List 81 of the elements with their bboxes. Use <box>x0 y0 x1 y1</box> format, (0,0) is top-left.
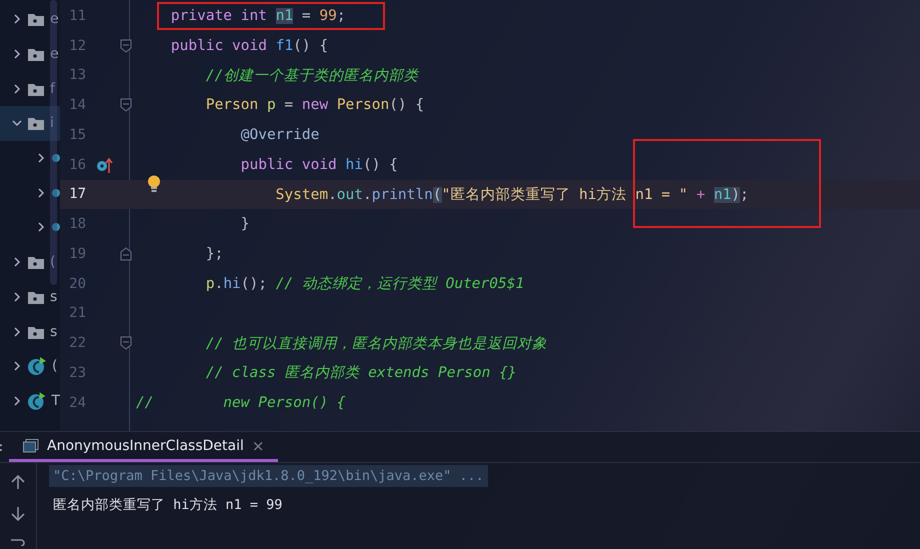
chevron-icon[interactable] <box>12 118 22 128</box>
tree-item[interactable]: s <box>0 280 60 314</box>
code-text: }; <box>204 246 224 262</box>
chevron-icon[interactable] <box>12 49 22 60</box>
folder-icon <box>28 290 44 304</box>
console-icon <box>23 438 39 452</box>
tree-label: f <box>50 80 55 97</box>
folder-icon <box>28 255 44 270</box>
console-output: 匿名内部类重写了 hi方法 n1 = 99 <box>52 496 284 515</box>
chevron-icon[interactable] <box>12 396 22 406</box>
tree-item[interactable]: i <box>0 106 60 141</box>
chevron-icon[interactable] <box>36 188 46 198</box>
runnable-class-icon <box>28 357 46 376</box>
chevron-icon[interactable] <box>36 222 46 232</box>
line-number: 20 <box>68 276 86 292</box>
tree-label: s <box>50 324 58 340</box>
tree-label: e <box>50 11 59 28</box>
code-text: public void hi() { <box>240 156 398 173</box>
fold-icon[interactable] <box>120 98 132 112</box>
line-number: 13 <box>68 67 86 84</box>
chevron-icon[interactable] <box>12 14 22 24</box>
up-arrow-icon[interactable] <box>11 474 25 490</box>
tree-item[interactable]: T <box>0 384 60 418</box>
chevron-icon[interactable] <box>12 326 22 337</box>
tree-item[interactable]: ( <box>0 244 60 280</box>
fold-icon[interactable] <box>120 246 132 261</box>
chevron-icon[interactable] <box>12 84 22 94</box>
override-icon[interactable] <box>97 156 113 173</box>
line-number: 18 <box>68 216 86 232</box>
lightbulb-icon[interactable] <box>147 174 161 193</box>
tree-item[interactable]: s <box>0 314 60 349</box>
chevron-icon[interactable] <box>12 257 22 268</box>
tree-item[interactable]: ( <box>0 348 60 384</box>
tree-label: ( <box>50 254 56 270</box>
code-text: // 也可以直接调用，匿名内部类本身也是返回对象 <box>204 334 548 353</box>
code-text: // new Person() { <box>136 394 346 411</box>
line-number: 17 <box>68 186 86 202</box>
tree-label: i <box>50 115 54 132</box>
code-text: System.out.println("匿名内部类重写了 hi方法 n1 = " + n1); <box>274 186 749 204</box>
run-tab[interactable]: AnonymousInnerClassDetail × <box>9 432 278 462</box>
panel-label: : <box>0 440 6 454</box>
line-number: 11 <box>68 8 86 24</box>
code-text: Person p = new Person() { <box>204 97 424 114</box>
line-number: 16 <box>68 156 86 173</box>
soft-wrap-icon[interactable] <box>10 538 26 546</box>
tree-label: T <box>51 392 60 409</box>
tree-label: s <box>50 288 58 305</box>
line-number: 14 <box>68 97 86 114</box>
line-number: 19 <box>68 246 86 262</box>
code-text: private int n1 = 99; <box>170 8 346 24</box>
line-number: 21 <box>68 305 86 322</box>
code-text: @Override <box>240 126 320 143</box>
line-number: 22 <box>68 335 86 352</box>
folder-icon <box>28 324 44 339</box>
tree-item[interactable]: e <box>0 2 60 37</box>
tree-label: ( <box>52 358 58 374</box>
code-text: //创建一个基于类的匿名内部类 <box>204 66 418 85</box>
folder-icon <box>28 82 44 96</box>
folder-icon <box>28 116 44 130</box>
fold-icon[interactable] <box>120 336 132 350</box>
line-number: 23 <box>68 364 86 381</box>
folder-icon <box>28 47 44 62</box>
tree-item[interactable]: f <box>0 71 60 106</box>
folder-icon <box>28 12 44 26</box>
tree-label: e <box>50 46 59 62</box>
code-text: // class 匿名内部类 extends Person {} <box>204 364 517 382</box>
line-number: 24 <box>68 394 86 411</box>
line-number: 15 <box>68 126 86 143</box>
close-button[interactable]: × <box>252 436 264 454</box>
runnable-class-icon <box>28 392 46 410</box>
scrollbar[interactable] <box>50 0 57 285</box>
tree-item[interactable]: e <box>0 36 60 72</box>
down-arrow-icon[interactable] <box>11 506 25 522</box>
code-text: public void f1() { <box>170 38 328 54</box>
code-text: p.hi(); // 动态绑定，运行类型 Outer05$1 <box>204 274 524 294</box>
code-text: } <box>240 216 250 232</box>
chevron-icon[interactable] <box>12 361 22 372</box>
chevron-icon[interactable] <box>36 153 46 164</box>
fold-icon[interactable] <box>120 38 132 53</box>
chevron-icon[interactable] <box>12 292 22 302</box>
line-number: 12 <box>68 38 86 54</box>
